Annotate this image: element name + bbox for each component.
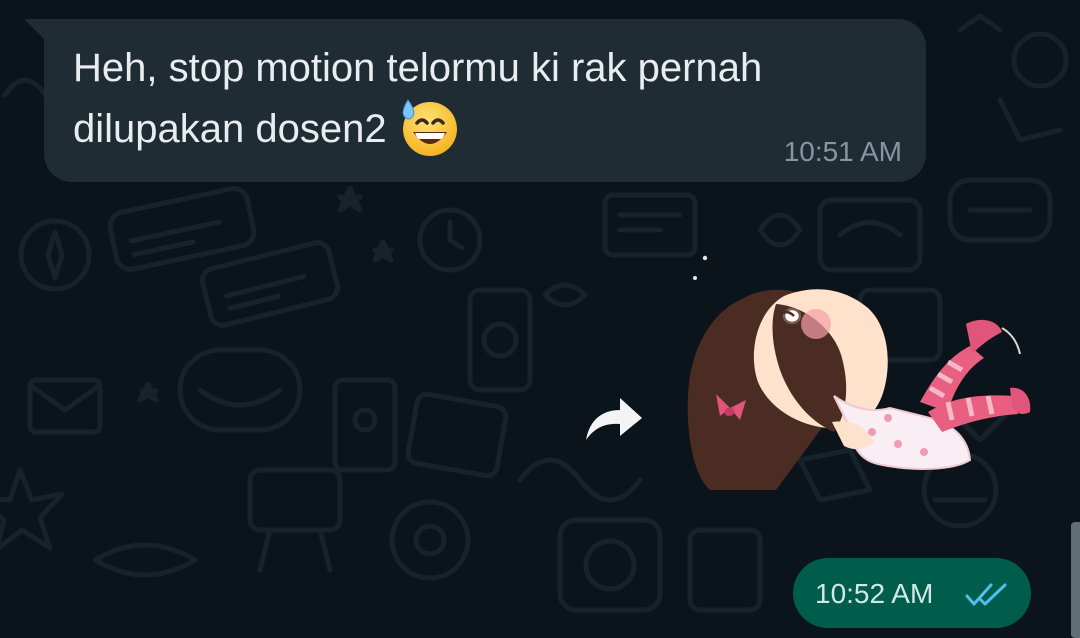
chat-view[interactable]: Heh, stop motion telormu ki rak pernah d…	[0, 0, 1080, 638]
outgoing-message-bubble[interactable]: 10:52 AM	[793, 558, 1031, 628]
incoming-message-bubble[interactable]: Heh, stop motion telormu ki rak pernah d…	[24, 19, 926, 182]
bubble-tail	[24, 19, 44, 39]
message-timestamp-sent: 10:52 AM	[815, 578, 934, 609]
scroll-handle[interactable]	[1071, 522, 1080, 638]
girl-falling-sticker[interactable]	[684, 246, 1034, 496]
message-text: Heh, stop motion telormu ki rak pernah d…	[73, 40, 873, 158]
forward-arrow-icon[interactable]	[580, 388, 650, 448]
double-check-read-icon	[965, 583, 1007, 606]
grinning-face-with-sweat-emoji	[399, 96, 461, 158]
message-timestamp: 10:51 AM	[783, 136, 902, 167]
